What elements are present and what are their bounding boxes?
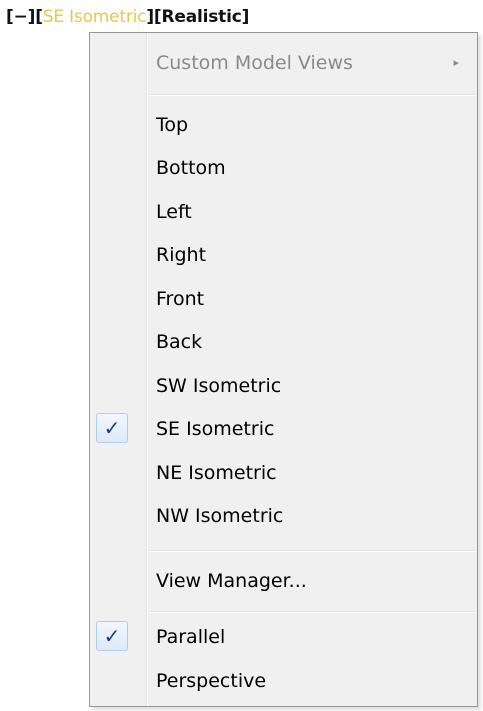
menu-item-perspective[interactable]: Perspective [92,660,475,702]
visual-style-menu-trigger[interactable]: Realistic [162,7,242,27]
menu-item-nw-isometric[interactable]: NW Isometric [92,495,475,537]
checkmark-frame: ✓ [96,413,128,443]
menu-item-front[interactable]: Front [92,278,475,320]
viewport-bracket-close: ] [146,7,154,27]
viewport-bracket-open: [ [6,7,14,27]
menu-item-label: Parallel [156,626,226,648]
menu-item-label: SE Isometric [156,418,275,440]
menu-item-label: Top [156,114,189,136]
menu-item-top[interactable]: Top [92,104,475,146]
menu-item-left[interactable]: Left [92,191,475,233]
menu-item-ne-isometric[interactable]: NE Isometric [92,452,475,494]
viewport-bracket-close: ] [241,7,250,27]
viewport-label: [−][SE Isometric][Realistic] [6,4,249,30]
menu-item-label: View Manager... [156,570,307,592]
menu-item-label: Bottom [156,157,226,179]
menu-item-custom-model-views[interactable]: Custom Model Views ▸ [92,42,475,84]
menu-item-label: SW Isometric [156,375,282,397]
menu-item-label: Perspective [156,670,267,692]
menu-separator [150,611,475,614]
viewport-bracket-open: [ [35,7,43,27]
viewport-bracket-open: [ [153,7,162,27]
menu-item-label: Back [156,331,203,353]
menu-item-back[interactable]: Back [92,321,475,363]
view-controls-menu-trigger[interactable]: SE Isometric [43,7,147,27]
menu-item-sw-isometric[interactable]: SW Isometric [92,365,475,407]
checkmark-icon: ✓ [103,416,121,440]
menu-item-label: Left [156,201,192,223]
menu-item-right[interactable]: Right [92,234,475,276]
menu-item-view-manager[interactable]: View Manager... [92,560,475,602]
menu-item-se-isometric[interactable]: ✓ SE Isometric [92,408,475,450]
menu-item-label: NW Isometric [156,505,284,527]
menu-item-label: NE Isometric [156,462,277,484]
menu-item-label: Right [156,244,207,266]
checkmark-icon: ✓ [103,624,121,648]
menu-separator [150,94,475,97]
menu-item-label: Custom Model Views [156,52,353,74]
menu-item-bottom[interactable]: Bottom [92,147,475,189]
viewport-controls-toggle[interactable]: − [14,7,28,27]
menu-item-parallel[interactable]: ✓ Parallel [92,616,475,658]
menu-item-label: Front [156,288,205,310]
menu-separator [150,550,475,553]
submenu-arrow-icon: ▸ [453,56,459,69]
view-controls-menu: Custom Model Views ▸ Top Bottom Left Rig… [89,32,478,707]
checkmark-frame: ✓ [96,621,128,651]
